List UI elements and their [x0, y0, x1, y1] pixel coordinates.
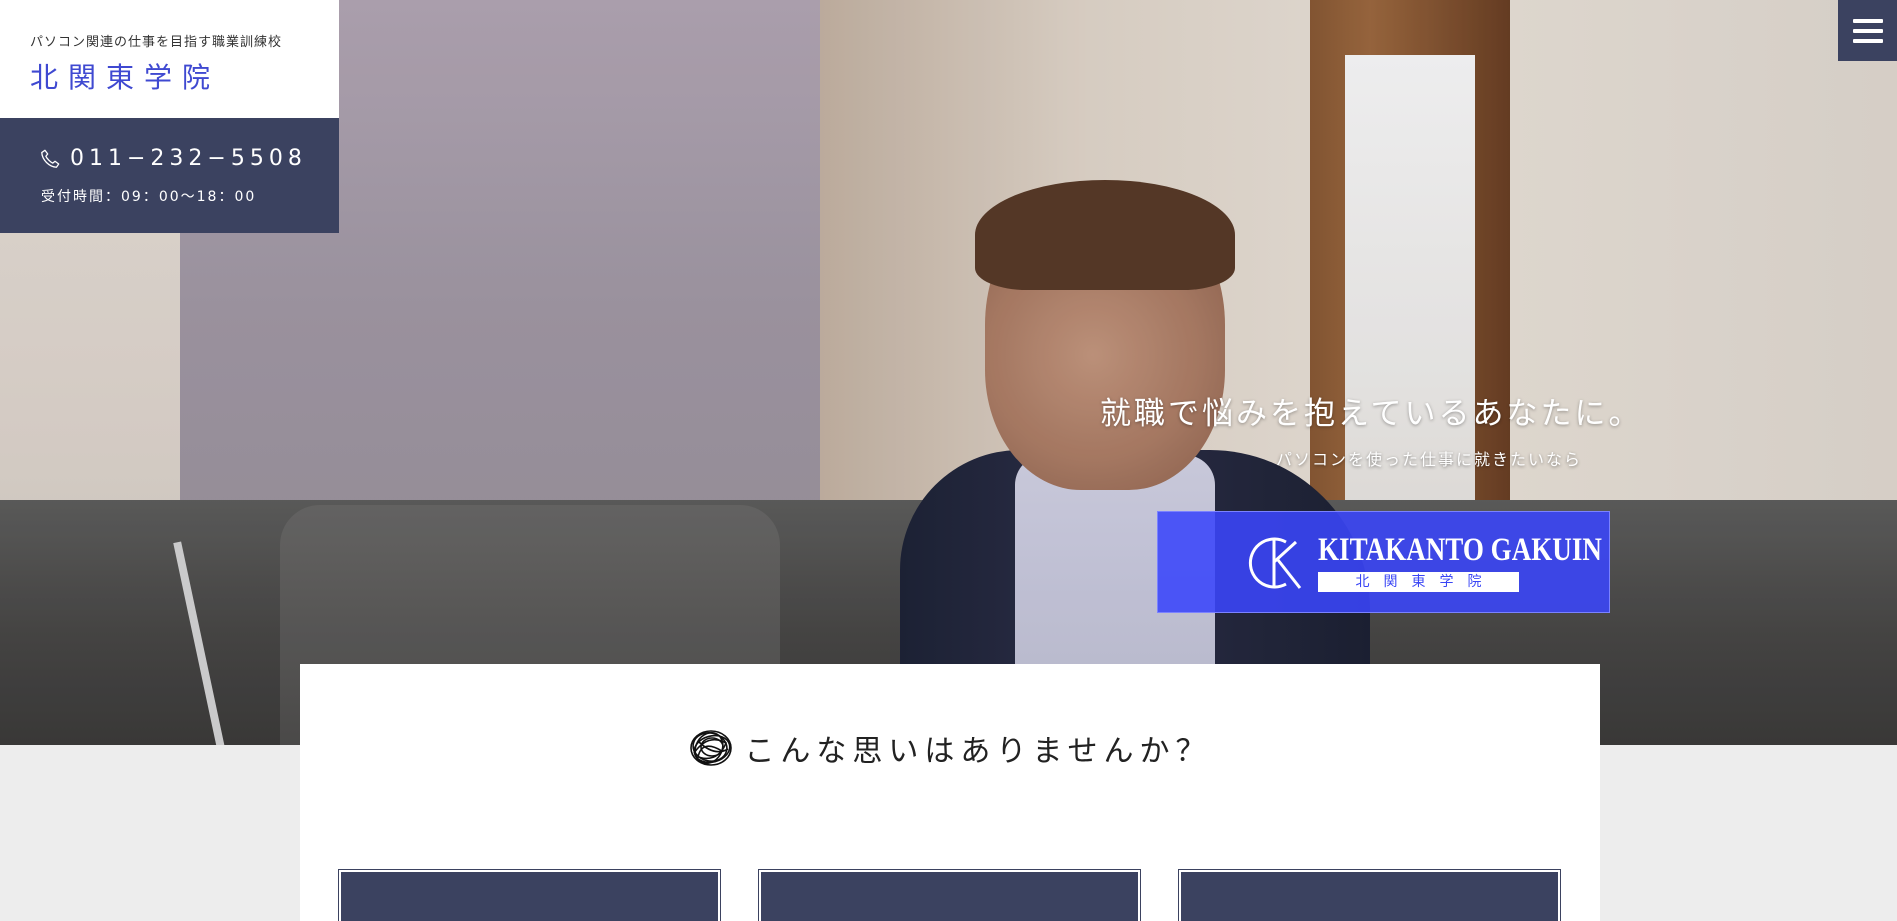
- site-logo-text[interactable]: 北関東学院: [30, 56, 220, 96]
- business-hours: 受付時間：09：00〜18：00: [41, 189, 257, 205]
- brand-tagline: パソコン関連の仕事を目指す職業訓練校: [30, 35, 283, 50]
- section-heading: こんな思いはありませんか？: [688, 726, 1211, 770]
- kitakanto-logo-mark-icon: [1248, 537, 1302, 589]
- logo-english-text: KITAKANTO GAKUIN: [1318, 532, 1602, 568]
- hamburger-menu-icon: [1852, 18, 1883, 23]
- hero-subheadline: パソコンを使った仕事に就きたいなら: [1276, 450, 1583, 469]
- worry-card[interactable]: [338, 869, 721, 921]
- worry-card[interactable]: [1178, 869, 1561, 921]
- hamburger-menu-button[interactable]: [1838, 0, 1897, 61]
- phone-icon: [41, 149, 60, 168]
- worry-card[interactable]: [758, 869, 1141, 921]
- logo-japanese-text: 北関東学院: [1318, 572, 1519, 592]
- worries-section: こんな思いはありませんか？: [300, 664, 1600, 921]
- section-title: こんな思いはありませんか？: [744, 734, 1212, 769]
- scribble-icon: [690, 730, 733, 766]
- contact-box: 011−232−5508 受付時間：09：00〜18：00: [0, 118, 339, 233]
- hero-headline: 就職で悩みを抱えているあなたに。: [1100, 396, 1643, 432]
- kitakanto-logo-banner: KITAKANTO GAKUIN 北関東学院: [1157, 511, 1610, 613]
- brand-header[interactable]: パソコン関連の仕事を目指す職業訓練校 北関東学院: [0, 0, 339, 118]
- phone-number-link[interactable]: 011−232−5508: [70, 146, 307, 171]
